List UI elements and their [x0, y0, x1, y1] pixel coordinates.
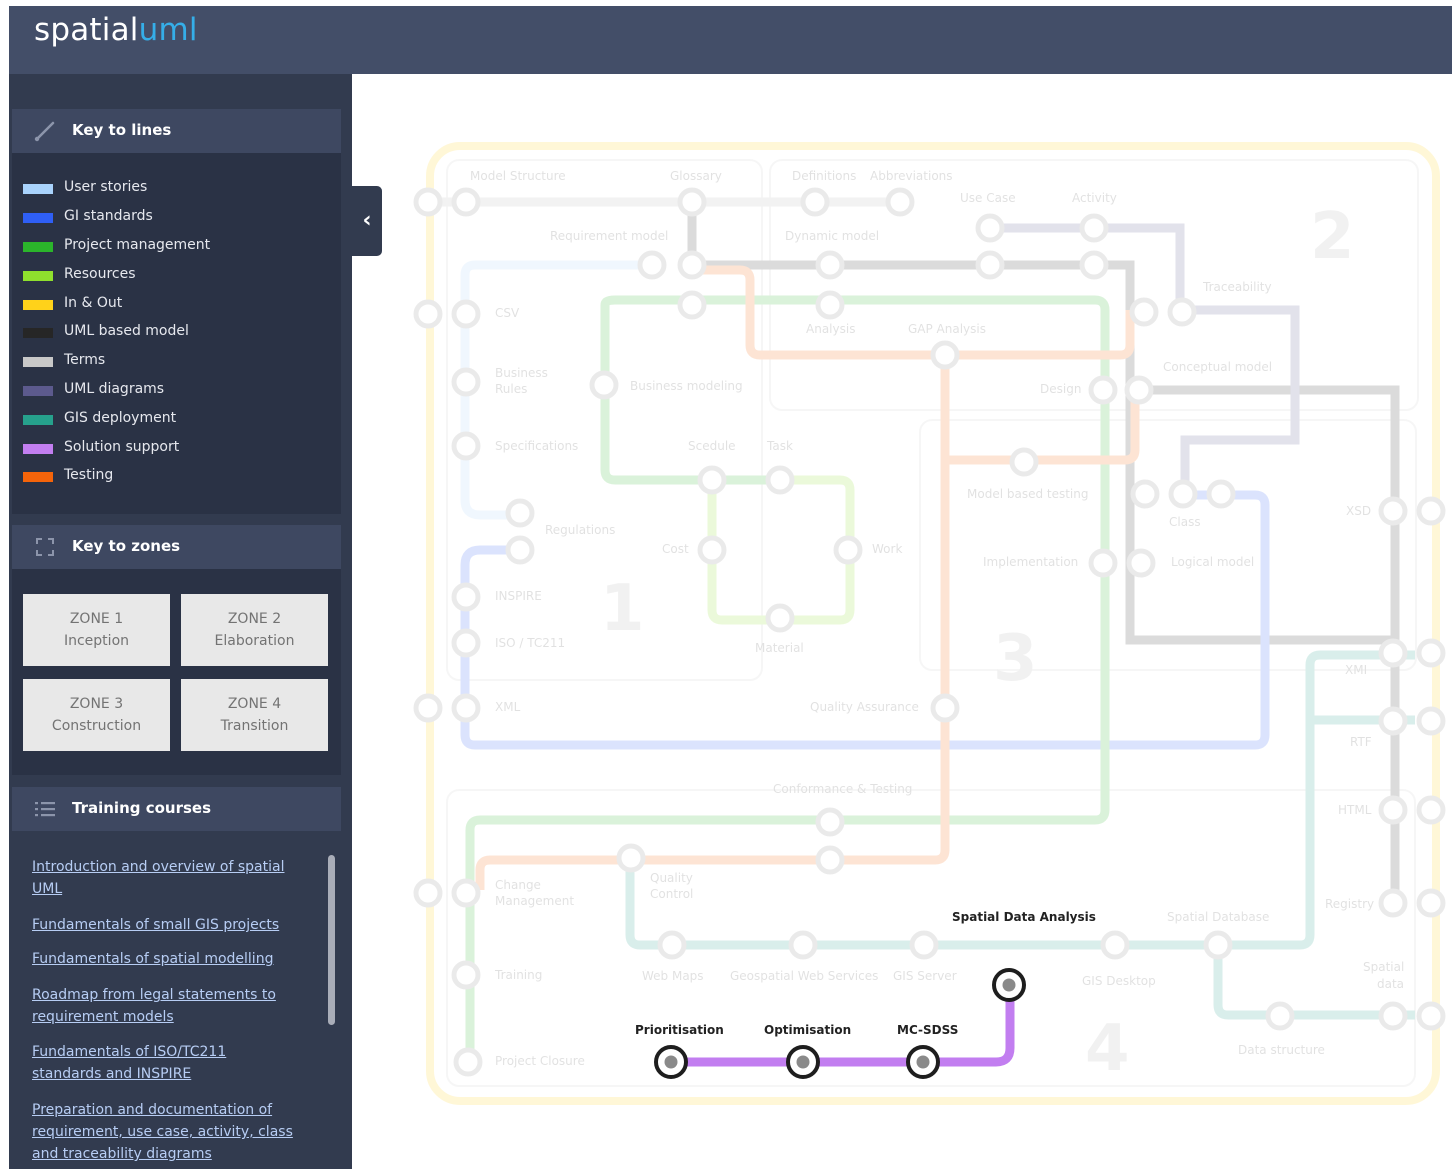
station-label-prioritisation[interactable]: Prioritisation [635, 1023, 724, 1037]
map-label[interactable]: GIS Desktop [1082, 974, 1156, 988]
map-label[interactable]: Cost [662, 542, 689, 556]
metro-map: 1 2 3 4 Model Structure Glossary Definit… [413, 142, 1446, 1105]
map-label[interactable]: Specifications [495, 439, 578, 453]
map-label[interactable]: data [1377, 977, 1404, 991]
map-label[interactable]: Spatial [1363, 960, 1404, 974]
solution-support-line: Spatial Data Analysis Prioritisation Opt… [635, 910, 1096, 1079]
map-label[interactable]: Change [495, 878, 541, 892]
map-label[interactable]: Web Maps [642, 969, 704, 983]
map-label[interactable]: Activity [1072, 191, 1117, 205]
zone-number-1: 1 [600, 572, 645, 646]
resources-line [707, 475, 855, 625]
map-label[interactable]: Implementation [983, 555, 1078, 569]
map-label[interactable]: Model Structure [470, 169, 566, 183]
map-label[interactable]: Scedule [688, 439, 736, 453]
map-label[interactable]: Logical model [1171, 555, 1254, 569]
testing-line [692, 265, 1135, 360]
map-label[interactable]: HTML [1338, 803, 1372, 817]
map-label[interactable]: Data structure [1238, 1043, 1325, 1057]
map-label[interactable]: Abbreviations [870, 169, 953, 183]
map-label[interactable]: Task [766, 439, 793, 453]
map-label[interactable]: Analysis [806, 322, 855, 336]
map-label[interactable]: Quality [650, 871, 693, 885]
zone-number-2: 2 [1310, 200, 1355, 274]
map-label[interactable]: Use Case [960, 191, 1016, 205]
map-label[interactable]: GIS Server [893, 969, 957, 983]
station-mc-sdss[interactable] [906, 1045, 940, 1079]
map-label[interactable]: CSV [495, 306, 520, 320]
project-management-branch [600, 385, 780, 485]
map-label[interactable]: Definitions [792, 169, 856, 183]
map-label[interactable]: Conformance & Testing [773, 782, 912, 796]
map-label[interactable]: Project Closure [495, 1054, 585, 1068]
station-optimisation[interactable] [786, 1045, 820, 1079]
map-label[interactable]: Glossary [670, 169, 722, 183]
map-label[interactable]: XSD [1346, 504, 1371, 518]
map-label[interactable]: Material [755, 641, 804, 655]
map-label[interactable]: XML [495, 700, 521, 714]
map-label[interactable]: XMI [1345, 663, 1367, 677]
station-label-optimisation[interactable]: Optimisation [764, 1023, 851, 1037]
map-label[interactable]: Requirement model [550, 229, 668, 243]
map-label[interactable]: Dynamic model [785, 229, 879, 243]
zone-number-3: 3 [993, 622, 1038, 696]
map-label[interactable]: Spatial Database [1167, 910, 1269, 924]
map-label[interactable]: Business modeling [630, 379, 743, 393]
station-prioritisation[interactable] [654, 1045, 688, 1079]
map-label[interactable]: GAP Analysis [908, 322, 986, 336]
map-label[interactable]: ISO / TC211 [495, 636, 565, 650]
map-label[interactable]: Model based testing [967, 487, 1088, 501]
map-label[interactable]: Registry [1325, 897, 1374, 911]
map-label[interactable]: Training [494, 968, 542, 982]
map-label[interactable]: Rules [495, 382, 527, 396]
map-label[interactable]: Conceptual model [1163, 360, 1272, 374]
faded-map-layer: 1 2 3 4 Model Structure Glossary Definit… [413, 142, 1446, 1105]
zone-number-4: 4 [1085, 1012, 1130, 1086]
map-label[interactable]: Work [872, 542, 902, 556]
map-label[interactable]: Business [495, 366, 548, 380]
station-label-mc-sdss[interactable]: MC-SDSS [897, 1023, 958, 1037]
station-spatial-data-analysis[interactable] [992, 968, 1026, 1002]
station-label-spatial-data-analysis[interactable]: Spatial Data Analysis [952, 910, 1096, 924]
map-label[interactable]: Geospatial Web Services [730, 969, 878, 983]
map-label[interactable]: Regulations [545, 523, 615, 537]
gis-deployment-line [625, 650, 1415, 950]
map-label[interactable]: Quality Assurance [810, 700, 919, 714]
in-out-frame [426, 142, 1440, 1105]
map-label[interactable]: Control [650, 887, 693, 901]
map-label[interactable]: Management [495, 894, 574, 908]
map-label[interactable]: Design [1040, 382, 1081, 396]
map-label[interactable]: Class [1169, 515, 1201, 529]
map-label[interactable]: Traceability [1202, 280, 1272, 294]
map-label[interactable]: INSPIRE [495, 589, 542, 603]
map-label[interactable]: RTF [1350, 735, 1372, 749]
testing-line-main [475, 355, 950, 890]
